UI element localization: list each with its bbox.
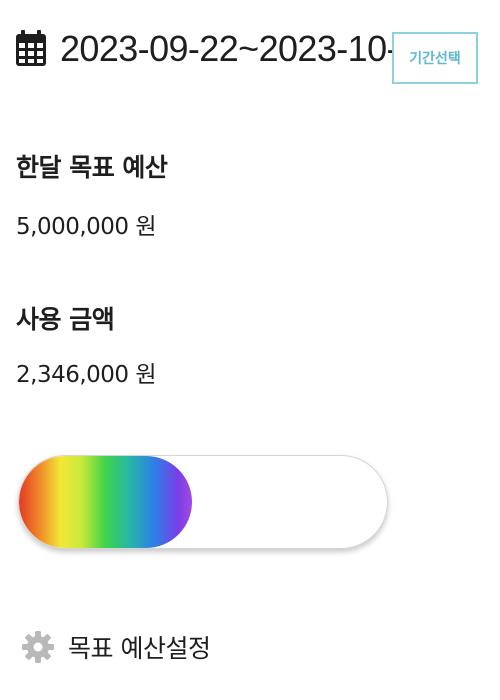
calendar-icon	[16, 30, 46, 66]
budget-progress-fill	[19, 456, 192, 548]
date-range-text: 2023-09-22~2023-10-22	[60, 28, 437, 69]
goal-budget-settings-button[interactable]: 목표 예산설정	[22, 620, 211, 674]
period-select-button[interactable]: 기간선택	[392, 32, 478, 84]
goal-budget-value: 5,000,000 원	[16, 214, 157, 240]
spent-amount-title: 사용 금액	[16, 305, 115, 334]
date-range-header: 2023-09-22~2023-10-22 기간선택	[16, 26, 486, 86]
settings-label: 목표 예산설정	[68, 634, 211, 663]
goal-budget-title: 한달 목표 예산	[16, 153, 168, 182]
spent-amount-value: 2,346,000 원	[16, 362, 157, 388]
budget-progress-bar	[18, 455, 388, 549]
gear-icon	[22, 631, 54, 663]
